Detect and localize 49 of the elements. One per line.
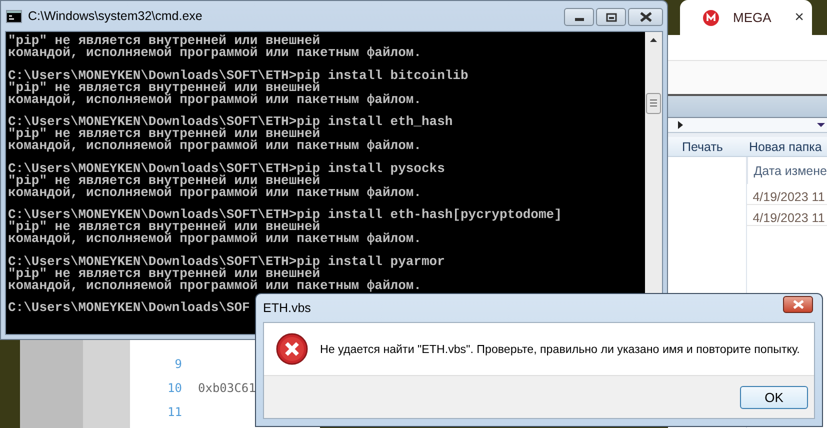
ok-button[interactable]: OK <box>740 386 808 408</box>
console-command: C:\Users\MONEYKEN\Downloads\SOFT\ETH>pip install eth-hash[pycryptodome] <box>8 209 562 221</box>
console-output: командой, исполняемой программой или пакетным файлом. <box>8 140 422 152</box>
dropdown-arrow-icon <box>817 123 825 127</box>
tab-close-button[interactable]: × <box>794 8 804 26</box>
console-output: "pip" не является внутренней или внешней <box>8 268 320 280</box>
window-title: C:\Windows\system32\cmd.exe <box>28 9 204 23</box>
console-output: "pip" не является внутренней или внешней <box>8 128 320 140</box>
toolbar-button[interactable]: Новая папка <box>748 140 822 154</box>
console-command: C:\Users\MONEYKEN\Downloads\SOF <box>8 302 250 314</box>
console-output: командой, исполняемой программой или пакетным файлом. <box>8 186 422 198</box>
console-output: "pip" не является внутренней или внешней <box>8 35 320 47</box>
line-number: 11 <box>166 405 182 419</box>
error-icon <box>276 333 308 365</box>
console-output: "pip" не является внутренней или внешней <box>8 82 320 94</box>
console-icon <box>6 10 22 22</box>
close-button[interactable] <box>628 8 663 26</box>
column-header[interactable]: Дата измене <box>746 157 827 184</box>
breadcrumb-arrow-icon <box>678 121 683 129</box>
console-output: командой, исполняемой программой или пакетным файлом. <box>8 280 422 292</box>
scroll-thumb[interactable] <box>646 93 661 114</box>
console-output: "pip" не является внутренней или внешней <box>8 174 320 186</box>
close-icon <box>640 12 652 22</box>
restore-icon <box>606 12 616 22</box>
console-output: командой, исполняемой программой или пакетным файлом. <box>8 233 422 245</box>
console-command: C:\Users\MONEYKEN\Downloads\SOFT\ETH>pip install pyarmor <box>8 256 445 268</box>
console-output: "pip" не является внутренней или внешней <box>8 221 320 233</box>
console-command: C:\Users\MONEYKEN\Downloads\SOFT\ETH>pip install bitcoinlib <box>8 70 468 82</box>
error-message: Не удается найти "ETH.vbs". Проверьте, правильно ли указано имя и повторите попытку. <box>320 342 800 356</box>
console-command: C:\Users\MONEYKEN\Downloads\SOFT\ETH>pip install pysocks <box>8 162 445 174</box>
code-text: 0xb03C61 <box>198 381 256 395</box>
console-output: командой, исполняемой программой или пакетным файлом. <box>8 47 422 59</box>
maximize-button[interactable] <box>596 8 626 26</box>
address-bar[interactable] <box>668 117 827 133</box>
scroll-up-icon <box>649 37 658 43</box>
date-cell: 4/19/2023 11 <box>746 205 827 226</box>
browser-tab[interactable]: MEGA × <box>680 0 812 35</box>
tab-title: MEGA <box>733 10 772 25</box>
date-cell: 4/19/2023 11 <box>746 184 827 206</box>
console-command: C:\Users\MONEYKEN\Downloads\SOFT\ETH>pip install eth_hash <box>8 116 453 128</box>
console-output: командой, исполняемой программой или пакетным файлом. <box>8 94 422 106</box>
toolbar-button[interactable]: Печать <box>682 140 723 154</box>
line-number: 10 <box>166 381 182 395</box>
dialog-title: ETH.vbs <box>263 301 311 315</box>
minimize-button[interactable] <box>564 8 594 26</box>
line-number: 9 <box>174 357 182 371</box>
mega-logo-icon <box>703 10 719 26</box>
close-icon <box>792 300 804 308</box>
close-button[interactable] <box>783 296 813 312</box>
